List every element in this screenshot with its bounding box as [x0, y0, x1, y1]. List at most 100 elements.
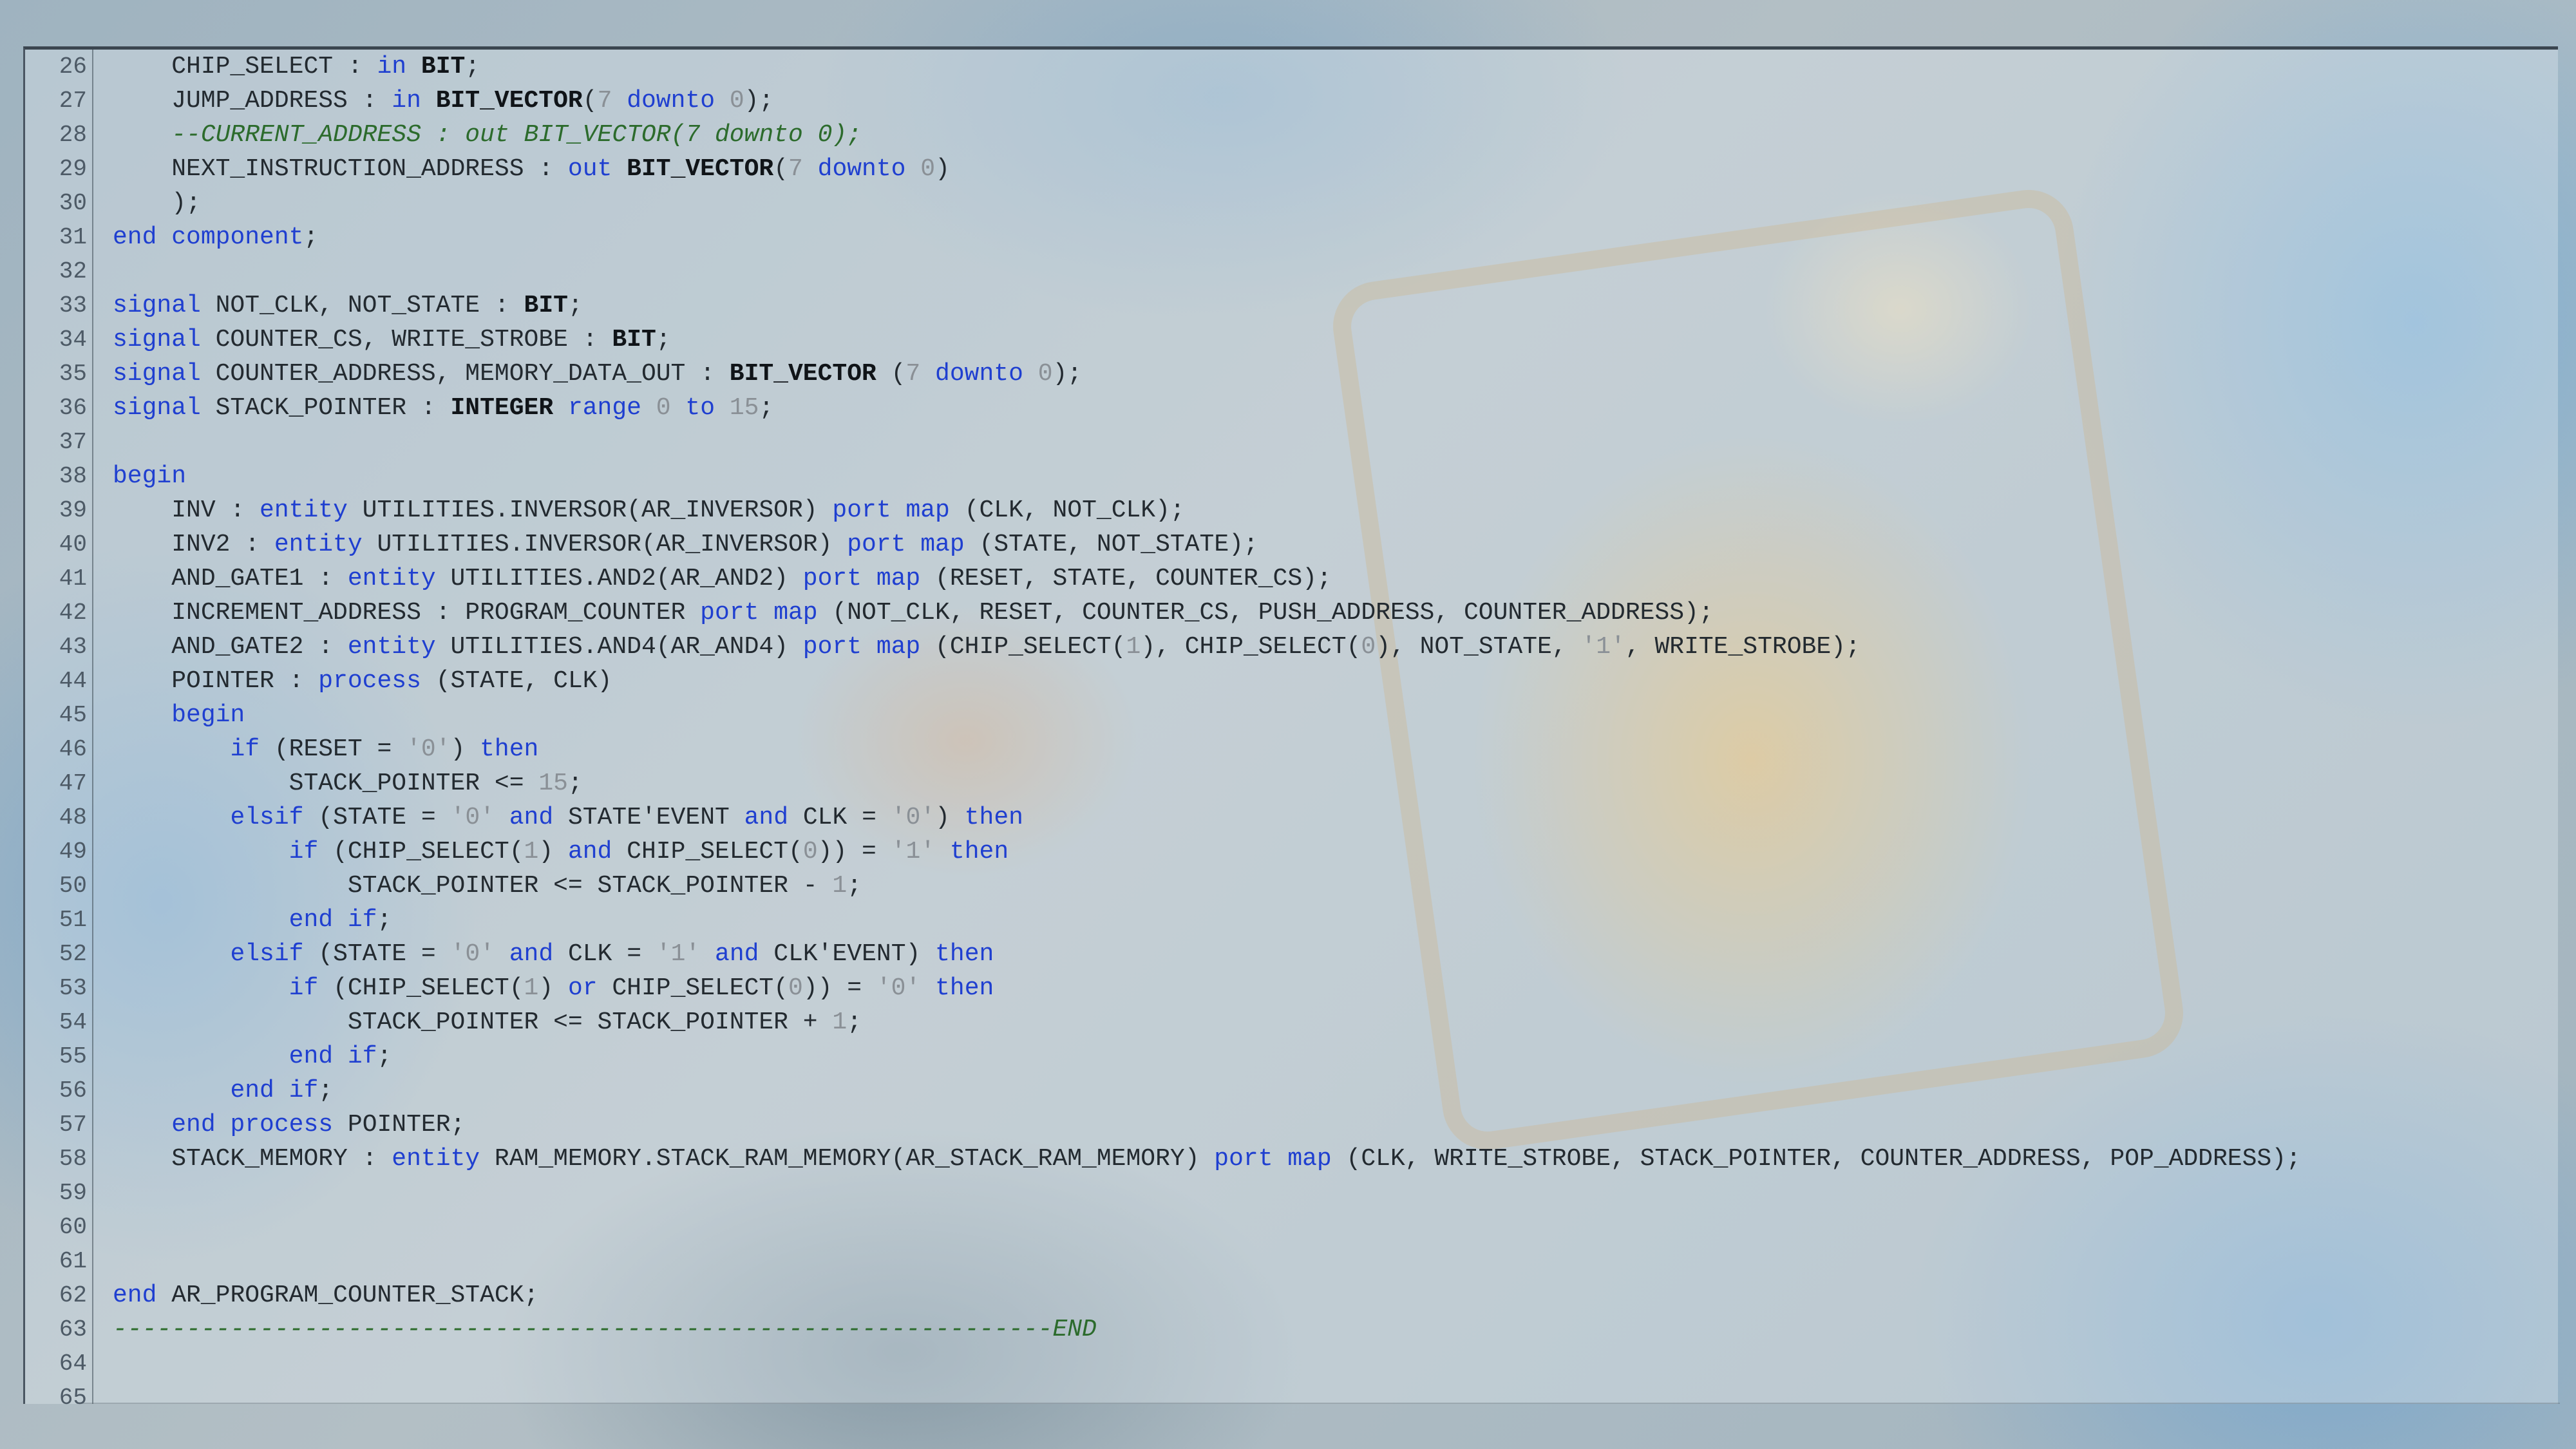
- code-token: ;: [465, 53, 480, 80]
- code-line[interactable]: elsif (STATE = '0' and STATE'EVENT and C…: [113, 800, 1023, 835]
- code-token: and: [509, 804, 554, 831]
- code-token: (: [773, 155, 789, 183]
- code-token: 0: [1361, 633, 1376, 661]
- code-line[interactable]: end process POINTER;: [113, 1108, 465, 1142]
- code-token: end: [289, 906, 334, 934]
- code-line[interactable]: signal COUNTER_ADDRESS, MEMORY_DATA_OUT …: [113, 357, 1082, 391]
- code-token: then: [949, 838, 1009, 866]
- code-line[interactable]: signal NOT_CLK, NOT_STATE : BIT;: [113, 289, 583, 323]
- line-number: 51: [59, 907, 87, 933]
- code-token: ): [538, 974, 568, 1002]
- code-line[interactable]: STACK_POINTER <= STACK_POINTER - 1;: [113, 869, 862, 903]
- code-token: entity: [260, 497, 348, 524]
- code-line[interactable]: STACK_POINTER <= STACK_POINTER + 1;: [113, 1005, 862, 1039]
- code-token: BIT_VECTOR: [729, 360, 876, 388]
- code-line[interactable]: STACK_MEMORY : entity RAM_MEMORY.STACK_R…: [113, 1142, 2301, 1176]
- code-token: port: [700, 599, 759, 627]
- code-line[interactable]: INV2 : entity UTILITIES.INVERSOR(AR_INVE…: [113, 527, 1258, 562]
- code-line[interactable]: ----------------------------------------…: [113, 1312, 1097, 1347]
- line-number: 48: [59, 804, 87, 831]
- code-token: INV :: [113, 497, 260, 524]
- code-line[interactable]: STACK_POINTER <= 15;: [113, 766, 583, 800]
- code-token: UTILITIES.AND4(AR_AND4): [435, 633, 803, 661]
- code-line[interactable]: end component;: [113, 220, 318, 254]
- code-token: if: [289, 1077, 319, 1104]
- scrollbar-track[interactable]: [77, 1403, 2560, 1404]
- code-line[interactable]: if (CHIP_SELECT(1) or CHIP_SELECT(0)) = …: [113, 971, 994, 1005]
- code-token: in: [392, 87, 421, 115]
- code-token: BIT_VECTOR: [627, 155, 774, 183]
- code-token: '1': [1581, 633, 1625, 661]
- code-line[interactable]: begin: [113, 459, 186, 493]
- code-line[interactable]: --CURRENT_ADDRESS : out BIT_VECTOR(7 dow…: [113, 118, 862, 152]
- code-token: ;: [303, 223, 319, 251]
- code-line[interactable]: signal COUNTER_CS, WRITE_STROBE : BIT;: [113, 323, 671, 357]
- code-token: CLK'EVENT): [759, 940, 936, 968]
- code-token: end: [113, 223, 157, 251]
- line-number: 62: [59, 1282, 87, 1309]
- code-token: ;: [759, 394, 774, 422]
- code-line[interactable]: begin: [113, 698, 245, 732]
- code-line[interactable]: if (CHIP_SELECT(1) and CHIP_SELECT(0)) =…: [113, 835, 1009, 869]
- code-line[interactable]: JUMP_ADDRESS : in BIT_VECTOR(7 downto 0)…: [113, 84, 773, 118]
- line-number: 37: [59, 429, 87, 455]
- code-token: POINTER :: [113, 667, 319, 695]
- line-number: 27: [59, 88, 87, 114]
- line-number: 61: [59, 1248, 87, 1274]
- code-token: (CHIP_SELECT(: [318, 838, 524, 866]
- code-line[interactable]: end AR_PROGRAM_COUNTER_STACK;: [113, 1278, 538, 1312]
- code-token: if: [347, 1043, 377, 1070]
- line-number: 43: [59, 634, 87, 660]
- code-token: (: [582, 87, 598, 115]
- code-editor[interactable]: 26 27 28 29 30 31 32 33 34 35 36 37 38 39 40 41 42 43 44 45…: [23, 46, 2560, 1411]
- code-token: 15: [729, 394, 759, 422]
- line-number: 59: [59, 1180, 87, 1206]
- code-line[interactable]: if (RESET = '0') then: [113, 732, 538, 766]
- code-token: AR_PROGRAM_COUNTER_STACK;: [156, 1282, 539, 1309]
- code-token: AND_GATE2 :: [113, 633, 348, 661]
- code-line[interactable]: end if;: [113, 1039, 392, 1074]
- code-token: ;: [567, 292, 583, 319]
- code-line[interactable]: AND_GATE1 : entity UTILITIES.AND2(AR_AND…: [113, 562, 1332, 596]
- code-line[interactable]: INV : entity UTILITIES.INVERSOR(AR_INVER…: [113, 493, 1185, 527]
- code-line[interactable]: end if;: [113, 903, 392, 937]
- code-token: in: [377, 53, 407, 80]
- code-token: POINTER;: [333, 1111, 466, 1139]
- code-line[interactable]: AND_GATE2 : entity UTILITIES.AND4(AR_AND…: [113, 630, 1861, 664]
- code-token: 1: [1126, 633, 1141, 661]
- code-token: INCREMENT_ADDRESS : PROGRAM_COUNTER: [113, 599, 701, 627]
- code-token: 1: [524, 974, 539, 1002]
- code-line[interactable]: elsif (STATE = '0' and CLK = '1' and CLK…: [113, 937, 994, 971]
- code-line[interactable]: );: [113, 186, 201, 220]
- code-line[interactable]: signal STACK_POINTER : INTEGER range 0 t…: [113, 391, 773, 425]
- line-number: 56: [59, 1077, 87, 1104]
- code-line[interactable]: INCREMENT_ADDRESS : PROGRAM_COUNTER port…: [113, 596, 1713, 630]
- code-token: if: [347, 906, 377, 934]
- code-token: JUMP_ADDRESS :: [113, 87, 392, 115]
- code-token: );: [1052, 360, 1083, 388]
- code-token: '0': [876, 974, 921, 1002]
- code-line[interactable]: POINTER : process (STATE, CLK): [113, 664, 612, 698]
- code-token: ;: [377, 1043, 392, 1070]
- code-line[interactable]: NEXT_INSTRUCTION_ADDRESS : out BIT_VECTO…: [113, 152, 950, 186]
- code-line[interactable]: CHIP_SELECT : in BIT;: [113, 50, 480, 84]
- code-token: 7: [597, 87, 612, 115]
- code-line[interactable]: end if;: [113, 1074, 333, 1108]
- code-token: '0': [406, 735, 451, 763]
- code-token: map: [905, 497, 950, 524]
- code-token: STACK_POINTER <= STACK_POINTER -: [113, 872, 833, 900]
- code-token: (CLK, NOT_CLK);: [949, 497, 1185, 524]
- code-token: port: [832, 497, 891, 524]
